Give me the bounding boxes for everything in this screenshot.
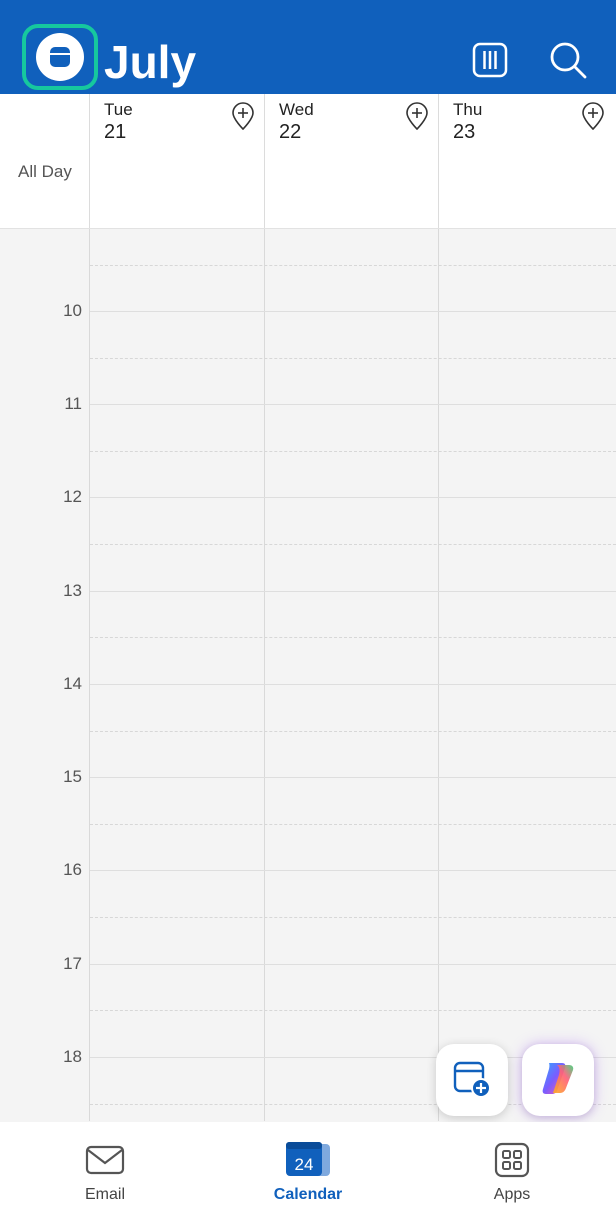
hour-label: 18 [63,1047,82,1066]
tab-apps[interactable]: Apps [452,1140,572,1204]
tab-label: Email [84,1186,125,1203]
view-mode-icon[interactable] [472,42,508,78]
day-column-header[interactable]: Wed 22 [264,94,439,228]
calendar-icon: 24 [248,1140,368,1180]
column-divider [264,229,265,1121]
day-number: 23 [453,121,476,143]
hour-label: 16 [63,860,82,879]
day-name: Thu [453,100,483,119]
add-event-pin-icon[interactable] [405,102,429,131]
tab-calendar[interactable]: 24 Calendar [248,1140,368,1204]
apps-grid-icon [452,1140,572,1180]
tab-label: Apps [493,1186,531,1203]
calendar-date-badge: 24 [295,1155,314,1174]
tab-label: Calendar [273,1186,343,1203]
hour-label: 17 [63,954,82,973]
day-number: 22 [279,121,302,143]
top-app-bar: July [0,0,616,94]
new-event-button[interactable] [436,1044,508,1116]
time-grid[interactable]: 10 11 12 13 14 15 16 17 18 [0,229,616,1121]
hour-line [90,311,616,312]
mail-icon [45,1140,165,1180]
copilot-button[interactable] [522,1044,594,1116]
day-number: 21 [104,121,127,143]
day-name: Wed [279,100,314,119]
half-hour-line [90,637,616,638]
half-hour-line [90,917,616,918]
hour-label: 10 [63,301,82,320]
add-event-pin-icon[interactable] [231,102,255,131]
half-hour-line [90,451,616,452]
calendar-picker-button[interactable] [22,24,98,90]
hour-line [90,777,616,778]
bottom-tab-bar: Email 24 Calendar Apps [0,1122,616,1220]
half-hour-line [90,265,616,266]
column-divider [438,229,439,1121]
half-hour-line [90,544,616,545]
day-header-row: All Day Tue 21 Wed 22 Thu 23 [0,94,616,229]
search-icon[interactable] [548,40,588,80]
half-hour-line [90,824,616,825]
month-title[interactable]: July [104,34,196,90]
hour-label: 11 [64,394,82,413]
copilot-icon [537,1057,579,1104]
day-name: Tue [104,100,133,119]
day-column-header[interactable]: Thu 23 [438,94,616,228]
hour-line [90,964,616,965]
day-column-header[interactable]: Tue 21 [89,94,265,228]
add-event-pin-icon[interactable] [581,102,605,131]
calendar-add-icon [452,1058,492,1103]
half-hour-line [90,358,616,359]
hour-line [90,497,616,498]
hour-label: 13 [63,581,82,600]
hour-label: 14 [63,674,82,693]
tab-email[interactable]: Email [45,1140,165,1204]
all-day-label: All Day [18,162,72,181]
hour-line [90,404,616,405]
calendar-toggle-icon [36,33,84,81]
hour-line [90,870,616,871]
hour-line [90,684,616,685]
column-divider [89,229,90,1121]
hour-line [90,591,616,592]
hour-label: 15 [63,767,82,786]
half-hour-line [90,731,616,732]
hour-label: 12 [63,487,82,506]
half-hour-line [90,1010,616,1011]
